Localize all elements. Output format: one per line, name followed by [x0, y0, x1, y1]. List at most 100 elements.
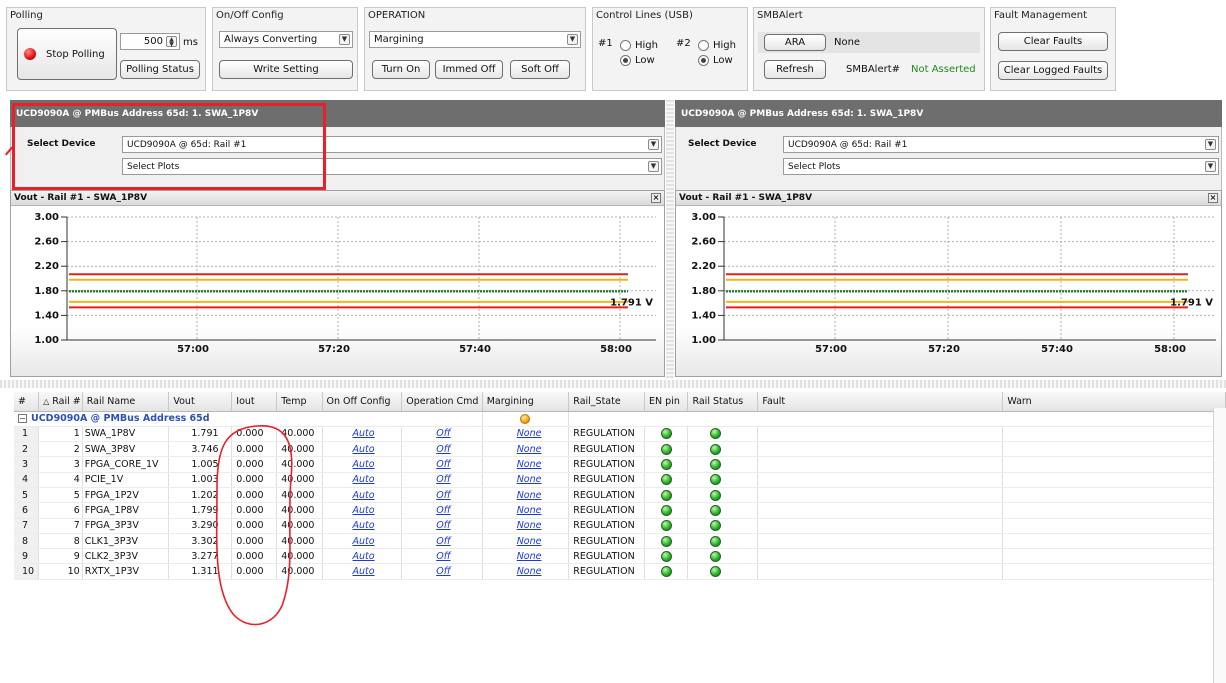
col-fault[interactable]: Fault [757, 392, 1004, 412]
right-plots-select[interactable]: Select Plots ▼ [783, 158, 1219, 175]
chevron-down-icon[interactable]: ▼ [567, 34, 578, 45]
col-vout[interactable]: Vout [168, 392, 233, 412]
onoff-config-link-text[interactable]: Auto [353, 520, 375, 531]
col-rail-number[interactable]: △ Rail # [38, 392, 83, 412]
onoff-config-link-text[interactable]: Auto [353, 536, 375, 547]
operation-cmd-link-text[interactable]: Off [436, 566, 450, 577]
write-setting-button[interactable]: Write Setting [219, 60, 353, 79]
onoff-config-link[interactable]: Auto [322, 563, 403, 580]
margining-link-text[interactable]: None [517, 474, 542, 485]
operation-cmd-link[interactable]: Off [401, 441, 483, 458]
operation-cmd-link-text[interactable]: Off [436, 551, 450, 562]
chevron-down-icon[interactable]: ▼ [648, 139, 659, 150]
margining-link-text[interactable]: None [517, 520, 542, 531]
operation-cmd-link[interactable]: Off [401, 518, 483, 534]
onoff-config-link-text[interactable]: Auto [353, 566, 375, 577]
polling-interval-stepper[interactable]: 500 ▲ ▼ [120, 33, 180, 50]
operation-cmd-link[interactable]: Off [401, 426, 483, 443]
table-row[interactable]: 1 1 SWA_1P8V 1.791 0.000 40.000 Auto Off None REG… [14, 426, 1226, 443]
immed-off-button[interactable]: Immed Off [435, 60, 503, 79]
onoff-config-link[interactable]: Auto [322, 487, 403, 504]
margining-link[interactable]: None [482, 426, 570, 443]
onoff-config-link[interactable]: Auto [322, 472, 403, 488]
refresh-button[interactable]: Refresh [764, 60, 826, 79]
chevron-down-icon[interactable]: ▼ [1205, 161, 1216, 172]
margining-link-text[interactable]: None [517, 490, 542, 501]
onoff-config-link-text[interactable]: Auto [353, 505, 375, 516]
operation-cmd-link-text[interactable]: Off [436, 428, 450, 439]
margining-link[interactable]: None [482, 518, 570, 534]
operation-cmd-link[interactable]: Off [401, 548, 483, 565]
operation-cmd-link[interactable]: Off [401, 456, 483, 473]
col-index[interactable]: # [14, 392, 40, 412]
operation-cmd-link-text[interactable]: Off [436, 459, 450, 470]
close-icon[interactable]: × [1208, 193, 1218, 203]
line1-high-radio[interactable] [620, 40, 631, 51]
margining-link[interactable]: None [482, 456, 570, 473]
collapse-icon[interactable]: − [18, 414, 27, 424]
table-row[interactable]: 6 6 FPGA_1P8V 1.799 0.000 40.000 Auto Off None RE… [14, 502, 1226, 519]
table-row[interactable]: 4 4 PCIE_1V 1.003 0.000 40.000 Auto Off None REGU… [14, 472, 1226, 488]
operation-cmd-link[interactable]: Off [401, 487, 483, 504]
chevron-down-icon[interactable]: ▼ [648, 161, 659, 172]
onoff-config-link-text[interactable]: Auto [353, 474, 375, 485]
turn-on-button[interactable]: Turn On [372, 60, 430, 79]
line2-high-radio[interactable] [698, 40, 709, 51]
col-onoff-config[interactable]: On Off Config [322, 392, 403, 412]
onoff-config-select[interactable]: Always Converting ▼ [219, 31, 353, 48]
operation-cmd-link-text[interactable]: Off [436, 490, 450, 501]
horizontal-splitter[interactable] [0, 380, 1226, 388]
col-temp[interactable]: Temp [276, 392, 323, 412]
onoff-config-link[interactable]: Auto [322, 426, 403, 443]
table-row[interactable]: 10 10 RXTX_1P3V 1.311 0.000 40.000 Auto Off None… [14, 563, 1226, 580]
right-device-select[interactable]: UCD9090A @ 65d: Rail #1 ▼ [783, 136, 1219, 153]
margining-link[interactable]: None [482, 502, 570, 519]
device-group-row[interactable]: − UCD9090A @ PMBus Address 65d [14, 411, 1226, 427]
onoff-config-link[interactable]: Auto [322, 456, 403, 473]
onoff-config-link-text[interactable]: Auto [353, 551, 375, 562]
margining-link[interactable]: None [482, 472, 570, 488]
margining-link-text[interactable]: None [517, 536, 542, 547]
operation-cmd-link-text[interactable]: Off [436, 444, 450, 455]
operation-select[interactable]: Margining ▼ [369, 31, 581, 48]
col-operation-cmd[interactable]: Operation Cmd [401, 392, 483, 412]
col-margining[interactable]: Margining [482, 392, 570, 412]
operation-cmd-link[interactable]: Off [401, 563, 483, 580]
col-en-pin[interactable]: EN pin [644, 392, 689, 412]
onoff-config-link[interactable]: Auto [322, 502, 403, 519]
col-rail-status[interactable]: Rail Status [687, 392, 759, 412]
onoff-config-link-text[interactable]: Auto [353, 490, 375, 501]
margining-link-text[interactable]: None [517, 566, 542, 577]
clear-faults-button[interactable]: Clear Faults [998, 32, 1108, 51]
margining-link-text[interactable]: None [517, 505, 542, 516]
table-row[interactable]: 7 7 FPGA_3P3V 3.290 0.000 40.000 Auto Off None RE… [14, 518, 1226, 534]
line1-low-radio[interactable] [620, 55, 631, 66]
stepper-arrows-icon[interactable]: ▲ ▼ [166, 36, 177, 48]
table-row[interactable]: 8 8 CLK1_3P3V 3.302 0.000 40.000 Auto Off None RE… [14, 533, 1226, 550]
table-scrollbar[interactable] [1213, 408, 1226, 683]
onoff-config-link-text[interactable]: Auto [353, 459, 375, 470]
onoff-config-link-text[interactable]: Auto [353, 444, 375, 455]
table-row[interactable]: 3 3 FPGA_CORE_1V 1.005 0.000 40.000 Auto Off Non… [14, 456, 1226, 473]
margining-link-text[interactable]: None [517, 444, 542, 455]
margining-link-text[interactable]: None [517, 459, 542, 470]
chevron-down-icon[interactable]: ▼ [1205, 139, 1216, 150]
col-warn[interactable]: Warn [1002, 392, 1226, 412]
line2-low-radio[interactable] [698, 55, 709, 66]
onoff-config-link[interactable]: Auto [322, 518, 403, 534]
operation-cmd-link[interactable]: Off [401, 502, 483, 519]
onoff-config-link[interactable]: Auto [322, 441, 403, 458]
operation-cmd-link-text[interactable]: Off [436, 474, 450, 485]
onoff-config-link[interactable]: Auto [322, 533, 403, 550]
margining-link[interactable]: None [482, 563, 570, 580]
col-iout[interactable]: Iout [231, 392, 278, 412]
table-row[interactable]: 9 9 CLK2_3P3V 3.277 0.000 40.000 Auto Off None RE… [14, 548, 1226, 565]
onoff-config-link-text[interactable]: Auto [353, 428, 375, 439]
operation-cmd-link-text[interactable]: Off [436, 505, 450, 516]
operation-cmd-link[interactable]: Off [401, 472, 483, 488]
table-row[interactable]: 2 2 SWA_3P8V 3.746 0.000 40.000 Auto Off None REG… [14, 441, 1226, 458]
margining-link[interactable]: None [482, 441, 570, 458]
operation-cmd-link[interactable]: Off [401, 533, 483, 550]
margining-link[interactable]: None [482, 487, 570, 504]
stop-polling-button[interactable]: Stop Polling [17, 28, 117, 80]
